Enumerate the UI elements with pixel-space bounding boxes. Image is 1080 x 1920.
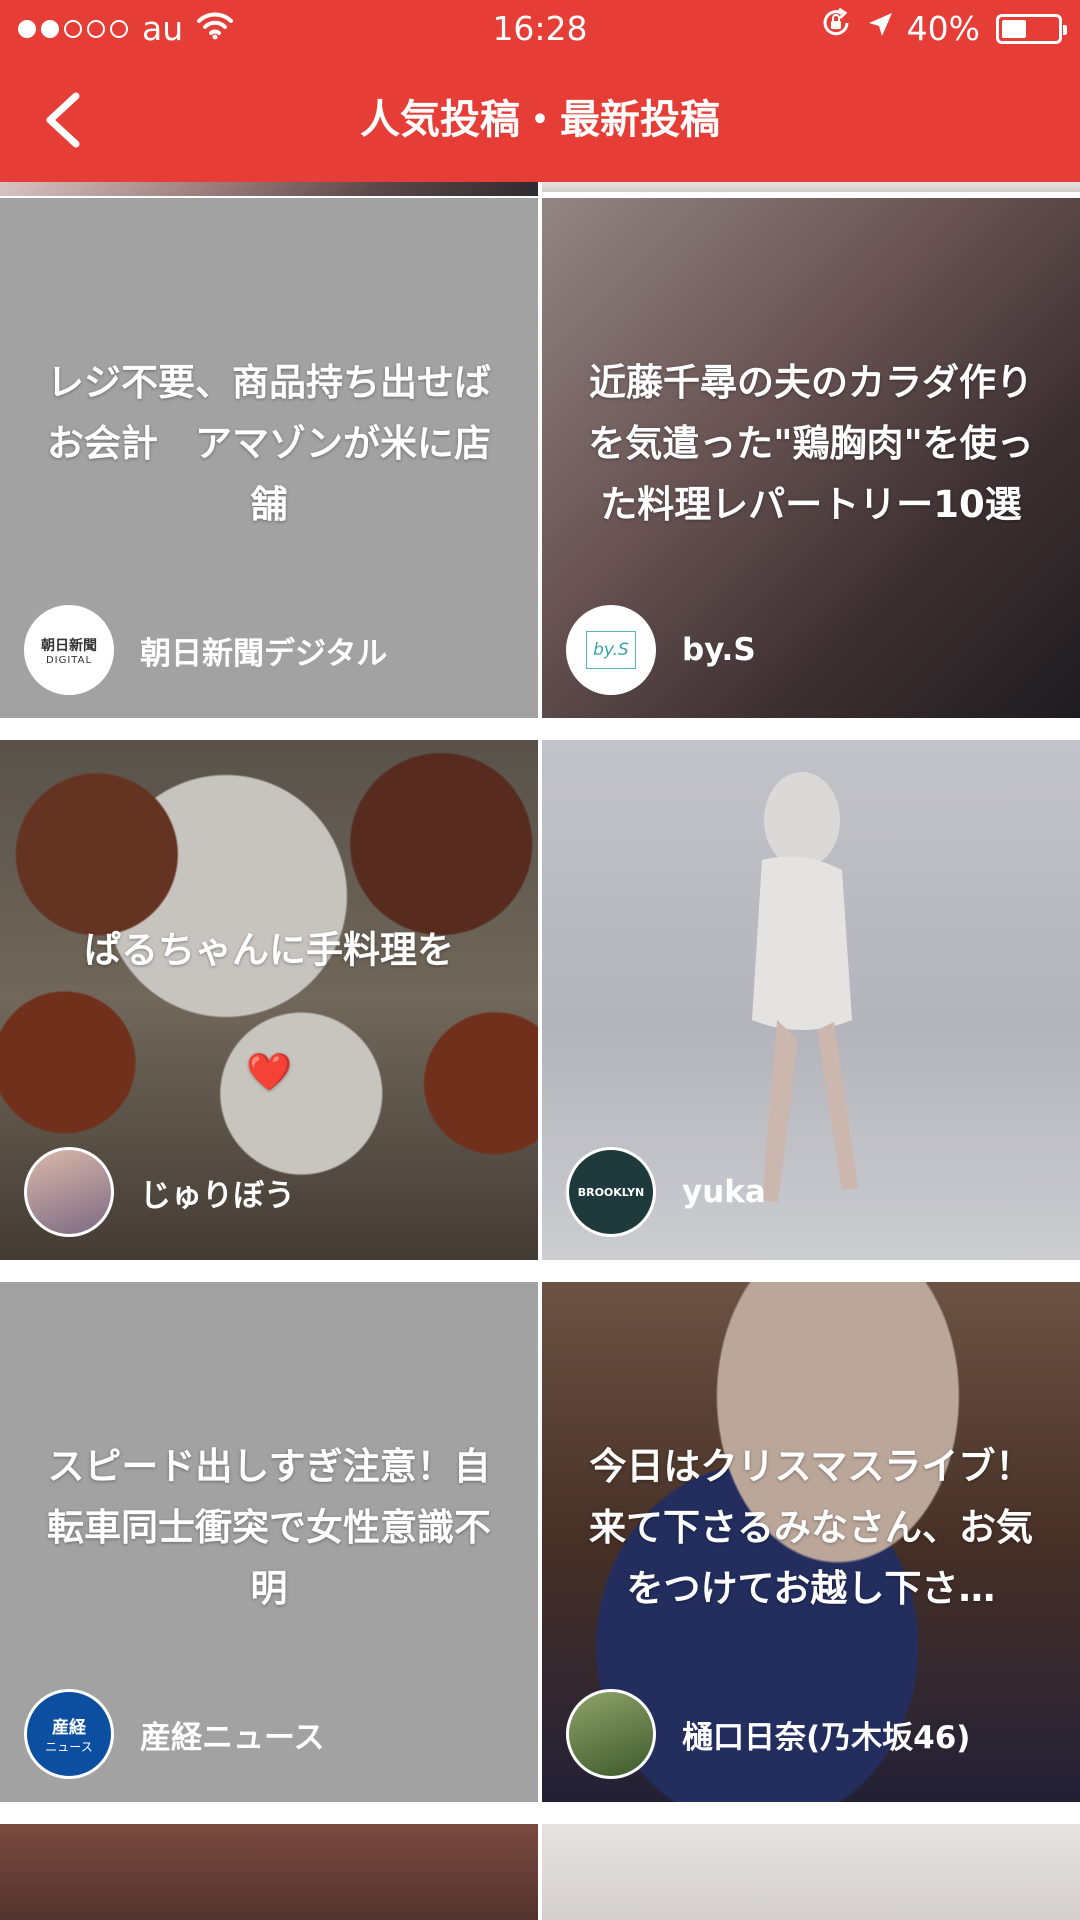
post-card-partial[interactable] — [0, 1824, 538, 1920]
avatar-logo-text: BROOKLYN — [577, 1185, 645, 1199]
post-author[interactable]: 樋口日奈(乃木坂46) — [566, 1688, 970, 1780]
post-card[interactable]: スピード出しすぎ注意！自転車同士衝突で女性意識不明 産経 ニュース 産経ニュース — [0, 1282, 538, 1802]
post-author[interactable]: BROOKLYN yuka — [566, 1146, 766, 1238]
post-author[interactable]: by.S by.S — [566, 604, 756, 696]
avatar: BROOKLYN — [566, 1147, 656, 1237]
rotation-lock-icon — [819, 0, 853, 58]
avatar-logo-subtext: ニュース — [45, 1740, 93, 1754]
post-caption: ぱるちゃんに手料理を ❤️ — [36, 858, 502, 1102]
avatar — [24, 1147, 114, 1237]
post-card[interactable]: 近藤千尋の夫のカラダ作りを気遣った"鶏胸肉"を使った料理レパートリー10選 by… — [542, 198, 1080, 718]
status-right: 40% — [819, 0, 1067, 58]
chevron-left-icon — [46, 92, 80, 148]
status-bar: au 16:28 40% — [0, 0, 1080, 58]
battery-icon — [996, 14, 1067, 44]
author-name: 産経ニュース — [140, 1719, 325, 1756]
navigation-bar: 人気投稿・最新投稿 — [0, 58, 1080, 182]
author-name: じゅりぼう — [140, 1177, 295, 1214]
avatar: 朝日新聞 DIGITAL — [24, 605, 114, 695]
header: au 16:28 40% 人気投稿・最新投稿 — [0, 0, 1080, 182]
avatar-logo-text: by.S — [586, 631, 636, 669]
author-name: by.S — [682, 632, 756, 668]
author-name: yuka — [682, 1174, 766, 1210]
post-caption-text: ぱるちゃんに手料理を — [84, 928, 454, 972]
back-button[interactable] — [22, 80, 102, 160]
avatar-logo-subtext: DIGITAL — [45, 654, 93, 666]
post-author[interactable]: 朝日新聞 DIGITAL 朝日新聞デジタル — [24, 604, 387, 696]
app-screen: au 16:28 40% 人気投稿・最新投稿 レジ不要、商品持ち出せばお会計 ア… — [0, 0, 1080, 1920]
post-card-partial[interactable] — [542, 182, 1080, 192]
heart-icon: ❤️ — [245, 1050, 293, 1094]
page-title: 人気投稿・最新投稿 — [360, 97, 720, 143]
author-name: 朝日新聞デジタル — [140, 635, 388, 672]
post-author[interactable]: じゅりぼう — [24, 1146, 295, 1238]
avatar-logo-text: 朝日新聞 — [41, 637, 97, 654]
battery-percent: 40% — [906, 9, 980, 48]
post-card-partial[interactable] — [0, 182, 538, 196]
post-card-partial[interactable] — [542, 1824, 1080, 1920]
author-name: 樋口日奈(乃木坂46) — [682, 1719, 971, 1756]
avatar: by.S — [566, 605, 656, 695]
post-caption: レジ不要、商品持ち出せばお会計 アマゾンが米に店舗 — [47, 360, 491, 526]
post-card[interactable]: レジ不要、商品持ち出せばお会計 アマゾンが米に店舗 朝日新聞 DIGITAL 朝… — [0, 198, 538, 718]
post-card[interactable]: 今日はクリスマスライブ！ 来て下さるみなさん、お気をつけてお越し下さ… 樋口日奈… — [542, 1282, 1080, 1802]
post-grid[interactable]: レジ不要、商品持ち出せばお会計 アマゾンが米に店舗 朝日新聞 DIGITAL 朝… — [0, 182, 1080, 1920]
avatar-logo-text: 産経 — [52, 1718, 86, 1738]
post-caption: スピード出しすぎ注意！自転車同士衝突で女性意識不明 — [47, 1444, 491, 1610]
avatar: 産経 ニュース — [24, 1689, 114, 1779]
location-arrow-icon — [865, 0, 895, 58]
post-card[interactable]: BROOKLYN yuka — [542, 740, 1080, 1260]
post-caption: 今日はクリスマスライブ！ 来て下さるみなさん、お気をつけてお越し下さ… — [589, 1444, 1033, 1610]
post-card[interactable]: ぱるちゃんに手料理を ❤️ じゅりぼう — [0, 740, 538, 1260]
post-caption: 近藤千尋の夫のカラダ作りを気遣った"鶏胸肉"を使った料理レパートリー10選 — [588, 360, 1034, 526]
post-author[interactable]: 産経 ニュース 産経ニュース — [24, 1688, 324, 1780]
avatar — [566, 1689, 656, 1779]
